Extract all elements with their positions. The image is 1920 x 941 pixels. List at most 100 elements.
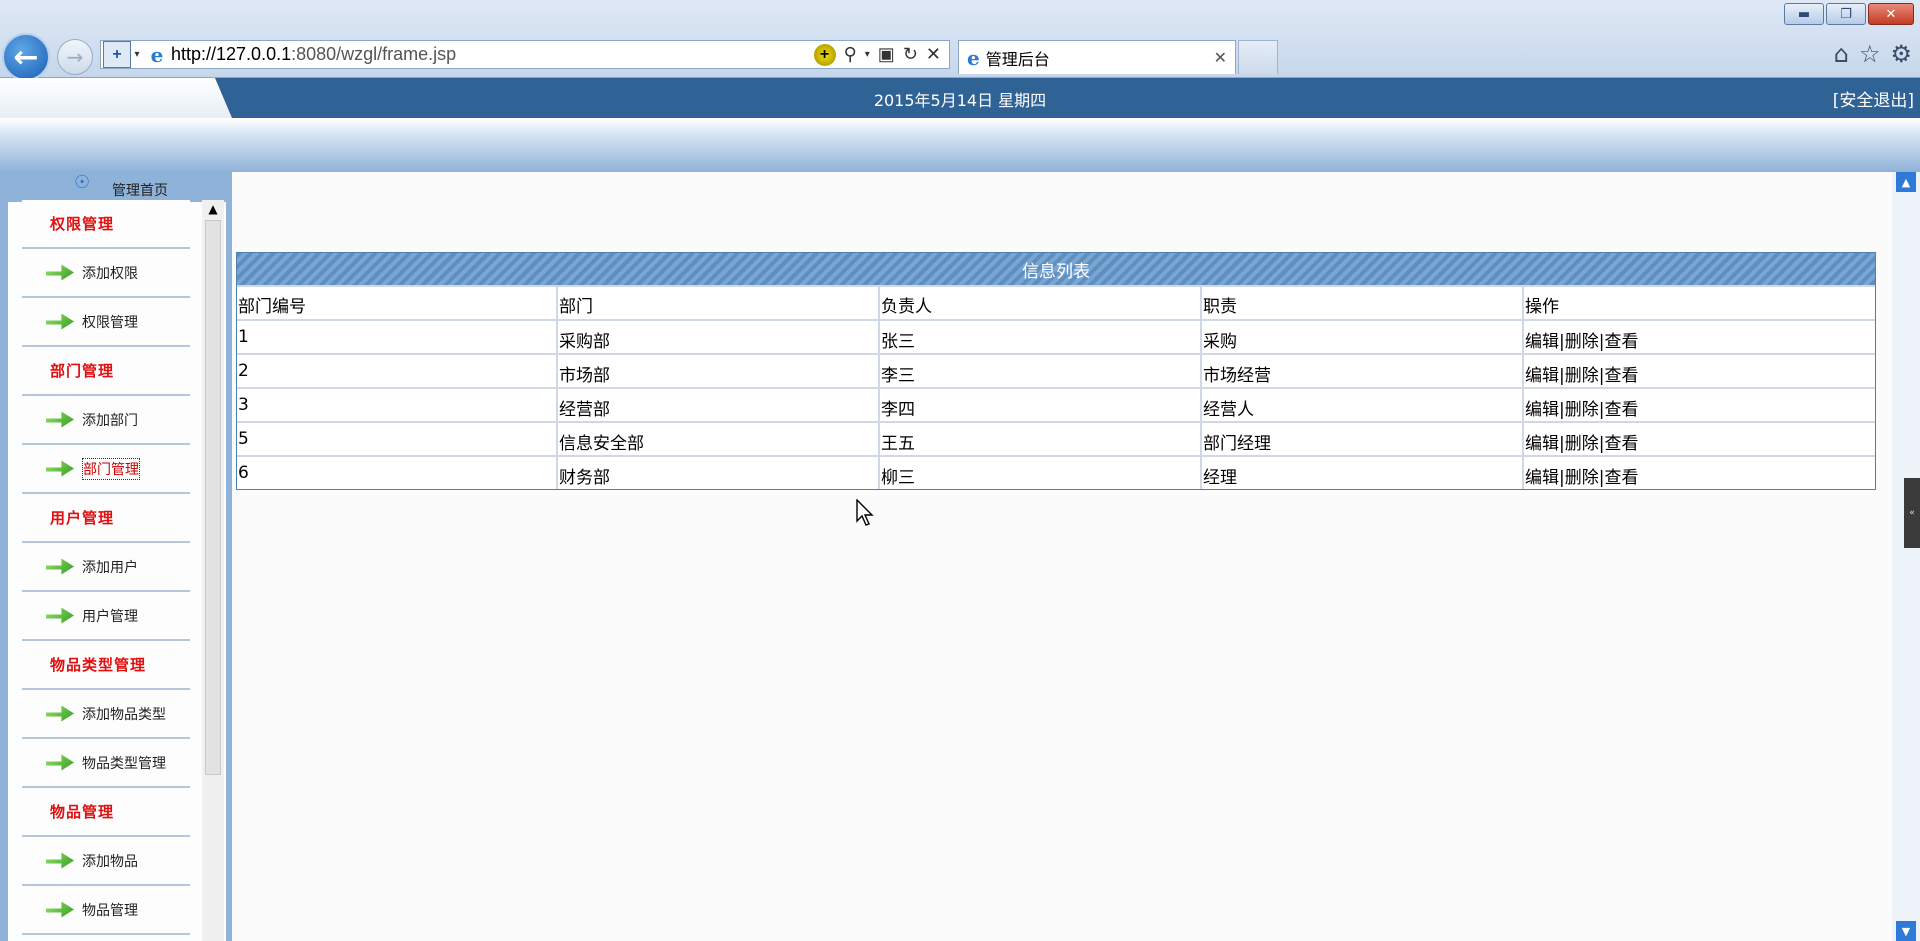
- view-link[interactable]: 查看: [1604, 332, 1638, 352]
- sidebar-item[interactable]: 权限管理: [22, 298, 190, 347]
- table-cell: 财务部: [558, 457, 880, 489]
- back-button[interactable]: ←: [2, 33, 50, 81]
- sidebar-item[interactable]: 添加用户: [22, 543, 190, 592]
- sidebar-item-label[interactable]: 部门管理: [82, 457, 140, 480]
- sidebar-home-label[interactable]: 管理首页: [112, 180, 168, 200]
- table-cell: 5: [237, 423, 558, 455]
- table-row: 1 采购部 张三 采购 编辑|删除|查看: [237, 319, 1875, 353]
- sidebar-item-label[interactable]: 添加用户: [82, 557, 138, 577]
- scroll-thumb[interactable]: [205, 220, 221, 775]
- table-header-cell: 部门编号: [237, 287, 558, 319]
- table-cell: 李三: [880, 355, 1202, 387]
- address-bar[interactable]: + ▾ e http://127.0.0.1:8080/wzgl/frame.j…: [100, 40, 950, 69]
- sidebar-item[interactable]: 添加物品: [22, 837, 190, 886]
- tab-admin[interactable]: e 管理后台 ✕: [958, 40, 1236, 74]
- green-arrow-icon: [46, 313, 74, 330]
- sidebar-group-title[interactable]: 物品管理: [22, 788, 190, 837]
- sidebar-item-label[interactable]: 物品管理: [82, 900, 138, 920]
- edit-link[interactable]: 编辑: [1525, 366, 1559, 386]
- table-cell: 张三: [880, 321, 1202, 353]
- view-link[interactable]: 查看: [1604, 434, 1638, 454]
- home-icon[interactable]: ⌂: [1834, 40, 1849, 68]
- sidebar-item-label[interactable]: 权限管理: [82, 312, 138, 332]
- gear-icon[interactable]: ⚙: [1890, 40, 1912, 68]
- sidebar-item-label[interactable]: 添加部门: [82, 410, 138, 430]
- sidebar-item[interactable]: 添加部门: [22, 396, 190, 445]
- view-link[interactable]: 查看: [1604, 400, 1638, 420]
- table-row: 2 市场部 李三 市场经营 编辑|删除|查看: [237, 353, 1875, 387]
- search-icon[interactable]: ⚲: [844, 44, 857, 65]
- chevron-down-icon[interactable]: ▾: [131, 49, 143, 60]
- shield-icon[interactable]: +: [103, 41, 131, 68]
- scroll-down-icon[interactable]: ▼: [1896, 921, 1916, 941]
- green-arrow-icon: [46, 901, 74, 918]
- table-cell: 部门经理: [1202, 423, 1524, 455]
- table-actions-cell: 编辑|删除|查看: [1524, 355, 1875, 387]
- sidebar-group-title[interactable]: 物品类型管理: [22, 641, 190, 690]
- close-icon[interactable]: ✕: [1868, 3, 1914, 25]
- forward-button[interactable]: →: [57, 39, 93, 75]
- scroll-up-icon[interactable]: ▲: [202, 200, 224, 218]
- table-body: 1 采购部 张三 采购 编辑|删除|查看 2 市场部 李三 市场经营 编辑|删除|查看 3 经营部 李四…: [237, 319, 1875, 489]
- stop-icon[interactable]: ✕: [926, 44, 941, 65]
- star-icon[interactable]: ☆: [1859, 40, 1881, 68]
- ie-icon: e: [967, 45, 980, 70]
- browser-right-icons: ⌂ ☆ ⚙: [1834, 40, 1912, 68]
- tab-title: 管理后台: [985, 49, 1050, 69]
- green-arrow-icon: [46, 460, 74, 477]
- edit-link[interactable]: 编辑: [1525, 332, 1559, 352]
- table-cell: 6: [237, 457, 558, 489]
- delete-link[interactable]: 删除: [1565, 468, 1599, 488]
- sidebar-item-label[interactable]: 用户管理: [82, 606, 138, 626]
- edit-link[interactable]: 编辑: [1525, 400, 1559, 420]
- sidebar-item[interactable]: 物品类型管理: [22, 739, 190, 788]
- sidebar-item[interactable]: 物品管理: [22, 886, 190, 935]
- sidebar-group-title[interactable]: 用户管理: [22, 494, 190, 543]
- view-link[interactable]: 查看: [1604, 468, 1638, 488]
- sidebar-item-label[interactable]: 添加物品类型: [82, 704, 166, 724]
- sidebar-item[interactable]: 用户管理: [22, 592, 190, 641]
- table-cell: 李四: [880, 389, 1202, 421]
- main-scrollbar[interactable]: ▲ « ▼: [1892, 172, 1920, 941]
- refresh-icon[interactable]: ↻: [903, 44, 918, 65]
- delete-link[interactable]: 删除: [1565, 400, 1599, 420]
- compat-view-icon[interactable]: ▣: [878, 44, 895, 65]
- sidebar-group-title[interactable]: 权限管理: [22, 200, 190, 249]
- table-actions-cell: 编辑|删除|查看: [1524, 321, 1875, 353]
- logout-link[interactable]: [安全退出]: [1833, 86, 1914, 111]
- table-row: 3 经营部 李四 经营人 编辑|删除|查看: [237, 387, 1875, 421]
- url-text[interactable]: http://127.0.0.1:8080/wzgl/frame.jsp: [171, 44, 814, 65]
- table-cell: 信息安全部: [558, 423, 880, 455]
- table-cell: 柳三: [880, 457, 1202, 489]
- edit-link[interactable]: 编辑: [1525, 434, 1559, 454]
- scroll-up-icon[interactable]: ▲: [1896, 172, 1916, 192]
- table-cell: 市场部: [558, 355, 880, 387]
- sidebar-item-label[interactable]: 添加权限: [82, 263, 138, 283]
- sidebar-group-title[interactable]: 部门管理: [22, 347, 190, 396]
- compat-icon[interactable]: +: [813, 43, 836, 66]
- sidebar-scrollbar[interactable]: ▲: [202, 200, 224, 941]
- new-tab-button[interactable]: [1238, 40, 1278, 74]
- sidebar-item[interactable]: 部门管理: [22, 445, 190, 494]
- sidebar-item[interactable]: 添加权限: [22, 249, 190, 298]
- address-tools: + ⚲ ▾ ▣ ↻ ✕: [813, 43, 949, 66]
- table-row: 5 信息安全部 王五 部门经理 编辑|删除|查看: [237, 421, 1875, 455]
- window-controls: ▬ ❐ ✕: [1784, 3, 1914, 25]
- sidebar-item-label[interactable]: 物品类型管理: [82, 753, 166, 773]
- table-cell: 王五: [880, 423, 1202, 455]
- sidebar-item-label[interactable]: 添加物品: [82, 851, 138, 871]
- edit-link[interactable]: 编辑: [1525, 468, 1559, 488]
- green-arrow-icon: [46, 754, 74, 771]
- sidebar-home[interactable]: ☉ 管理首页: [8, 172, 226, 202]
- delete-link[interactable]: 删除: [1565, 366, 1599, 386]
- restore-icon[interactable]: ❐: [1826, 3, 1866, 25]
- close-tab-icon[interactable]: ✕: [1214, 48, 1227, 67]
- delete-link[interactable]: 删除: [1565, 332, 1599, 352]
- delete-link[interactable]: 删除: [1565, 434, 1599, 454]
- minimize-icon[interactable]: ▬: [1784, 3, 1824, 25]
- table-cell: 3: [237, 389, 558, 421]
- side-tab-handle[interactable]: «: [1904, 478, 1920, 548]
- view-link[interactable]: 查看: [1604, 366, 1638, 386]
- chevron-down-icon[interactable]: ▾: [865, 49, 870, 60]
- sidebar-item[interactable]: 添加物品类型: [22, 690, 190, 739]
